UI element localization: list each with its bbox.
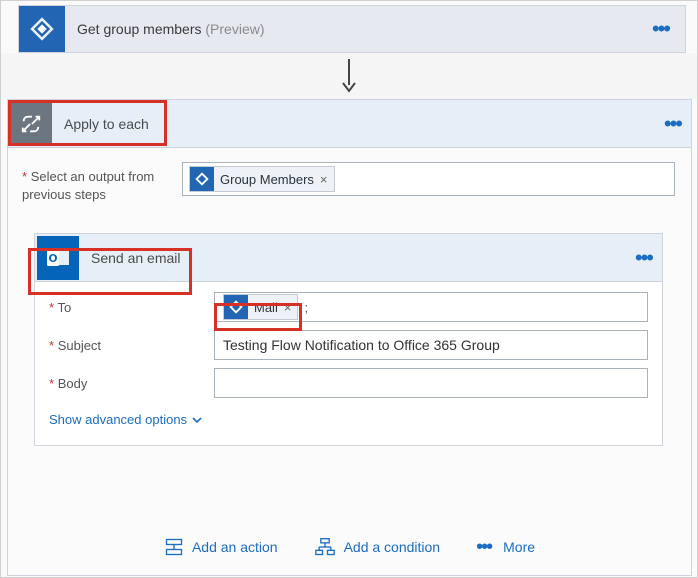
loop-menu-button[interactable]: ••• [654, 113, 691, 135]
add-condition-icon [314, 537, 336, 557]
ellipsis-icon: ••• [476, 537, 495, 557]
flow-designer-canvas: Get group members (Preview) ••• App [0, 0, 698, 578]
body-input[interactable] [214, 368, 648, 398]
add-action-icon [164, 537, 184, 557]
connector-arrow [0, 53, 698, 99]
chevron-down-icon [191, 414, 203, 426]
action-title: Get group members (Preview) [65, 21, 642, 37]
azure-ad-icon [19, 6, 65, 52]
show-advanced-options-link[interactable]: Show advanced options [49, 406, 648, 439]
body-label: * Body [49, 376, 214, 391]
subject-value: Testing Flow Notification to Office 365 … [223, 337, 500, 353]
send-email-body: * To Mail × ; [35, 282, 662, 445]
add-a-condition-button[interactable]: Add a condition [314, 537, 441, 557]
annotation-highlight-mail-token [214, 303, 302, 331]
apply-to-each-body: * Select an output from previous steps G… [8, 148, 691, 446]
token-label: Group Members [220, 172, 314, 187]
add-an-action-button[interactable]: Add an action [164, 537, 278, 557]
azure-ad-icon [190, 167, 214, 191]
more-button[interactable]: ••• More [476, 537, 535, 557]
action-title-text: Get group members [77, 21, 202, 37]
action-get-group-members[interactable]: Get group members (Preview) ••• [18, 5, 686, 53]
action-menu-button[interactable]: ••• [642, 18, 679, 40]
apply-to-each-container: Apply to each ••• * Select an output fro… [7, 99, 692, 576]
send-email-menu-button[interactable]: ••• [625, 247, 662, 269]
to-label: * To [49, 300, 214, 315]
annotation-highlight-apply-to-each [8, 100, 167, 146]
to-separator: ; [302, 300, 308, 315]
token-group-members[interactable]: Group Members × [189, 166, 335, 192]
remove-token-icon[interactable]: × [314, 172, 334, 187]
select-output-input[interactable]: Group Members × [182, 162, 675, 196]
subject-label: * Subject [49, 338, 214, 353]
bottom-action-bar: Add an action Add a condition ••• More [8, 537, 691, 557]
preview-tag: (Preview) [205, 21, 264, 37]
annotation-highlight-send-email [28, 248, 192, 295]
subject-input[interactable]: Testing Flow Notification to Office 365 … [214, 330, 648, 360]
select-output-label: * Select an output from previous steps [22, 162, 182, 203]
